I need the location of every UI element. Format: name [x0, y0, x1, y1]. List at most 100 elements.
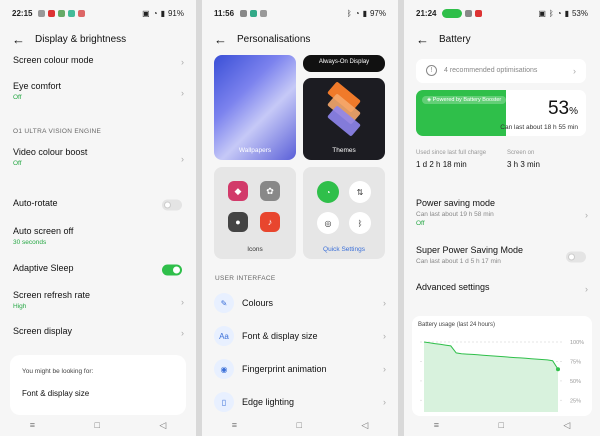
tile-label: Wallpapers [238, 147, 272, 154]
status-bar: 21:24 ▣ ᛒ ◔ ▮ 53% [404, 0, 600, 26]
colours-row[interactable]: ✎ Colours › [202, 290, 398, 316]
notif-icon [68, 9, 76, 17]
home-icon[interactable]: □ [498, 420, 503, 430]
can-last-label: Can last about 18 h 55 min [500, 124, 578, 131]
font-icon: Aa [214, 326, 234, 346]
back-icon[interactable]: ◁ [563, 420, 570, 431]
chevron-right-icon: › [181, 297, 184, 307]
font-display-size-row[interactable]: Aa Font & display size › [202, 323, 398, 349]
menu-icon[interactable]: ≡ [232, 420, 237, 430]
usage-area [424, 342, 558, 412]
tile-label: Icons [247, 246, 263, 253]
wallpapers-tile[interactable]: Wallpapers [214, 55, 296, 160]
wifi-icon: ◔ [317, 181, 339, 203]
auto-rotate-toggle[interactable] [162, 199, 182, 211]
chevron-right-icon: › [181, 57, 184, 67]
personalisations-screen: 11:56 ᛒ ◔ ▮ 97% ← Personalisations Wallp… [202, 0, 398, 436]
nfc-icon: ▣ [538, 8, 546, 18]
recommend-label: 4 recommended optimisations [444, 67, 538, 74]
row-label: Power saving mode [416, 198, 496, 208]
navigation-bar: ≡ □ ◁ [404, 414, 600, 436]
back-arrow-icon[interactable]: ← [416, 33, 429, 46]
bluetooth-icon: ᛒ [346, 8, 352, 18]
chevron-right-icon: › [181, 328, 184, 338]
chevron-right-icon: › [573, 66, 576, 76]
section-header: O1 ULTRA VISION ENGINE [13, 128, 102, 135]
wifi-icon: ◔ [152, 8, 158, 18]
fingerprint-icon: ◉ [214, 359, 234, 379]
edge-lighting-row[interactable]: ▯ Edge lighting › [202, 389, 398, 415]
page-title: Battery [439, 33, 471, 45]
auto-rotate-row: Auto-rotate [13, 198, 186, 212]
super-saving-toggle[interactable] [566, 251, 586, 263]
home-icon[interactable]: □ [94, 420, 99, 430]
menu-icon[interactable]: ≡ [434, 420, 439, 430]
screen-display-row[interactable]: Screen display › [13, 326, 186, 340]
adaptive-sleep-toggle[interactable] [162, 264, 182, 276]
notification-icons [442, 8, 483, 18]
always-on-display-tile[interactable]: Always-On Display [303, 55, 385, 72]
status-time: 22:15 [12, 8, 33, 18]
suggestion-item[interactable]: Font & display size [22, 389, 89, 398]
battery-percent: 91% [167, 8, 184, 18]
back-arrow-icon[interactable]: ← [214, 33, 227, 46]
battery-percent: 97% [369, 8, 386, 18]
quick-settings-tile[interactable]: ◔ ⇅ ◎ ᛒ Quick Settings [303, 167, 385, 259]
row-label: Screen colour mode [13, 55, 94, 65]
chevron-right-icon: › [181, 88, 184, 98]
advanced-settings-row[interactable]: Advanced settings › [416, 282, 590, 296]
back-arrow-icon[interactable]: ← [12, 33, 25, 46]
menu-icon[interactable]: ≡ [30, 420, 35, 430]
icons-tile[interactable]: ◆ ✿ ● ♪ Icons [214, 167, 296, 259]
notif-icon [260, 9, 268, 17]
eye-comfort-row[interactable]: Eye comfort Off › [13, 81, 186, 105]
header: ← Personalisations [202, 28, 398, 50]
video-colour-boost-row[interactable]: Video colour boost Off › [13, 147, 186, 171]
row-sub: High [13, 303, 27, 310]
hotspot-icon: ◎ [317, 212, 339, 234]
screen-refresh-rate-row[interactable]: Screen refresh rate High › [13, 290, 186, 314]
notif-icon [465, 9, 473, 17]
row-sub: Off [13, 160, 22, 167]
signal-icon: ▮ [564, 8, 569, 18]
themes-tile[interactable]: Themes [303, 78, 385, 160]
notif-icon [58, 9, 66, 17]
row-label: Adaptive Sleep [13, 263, 74, 273]
notif-icon [78, 9, 86, 17]
status-time: 21:24 [416, 8, 437, 18]
row-label: Colours [242, 298, 274, 308]
fingerprint-animation-row[interactable]: ◉ Fingerprint animation › [202, 356, 398, 382]
screen-colour-mode-row[interactable]: Screen colour mode › [13, 55, 186, 69]
back-icon[interactable]: ◁ [159, 420, 166, 431]
battery-usage-chart: 100% 75% 50% 25% [420, 340, 584, 412]
header: ← Display & brightness [0, 28, 196, 50]
back-icon[interactable]: ◁ [361, 420, 368, 431]
row-sub: Off [416, 220, 425, 227]
booster-label: Powered by Battery Booster [432, 97, 502, 103]
gear-icon: ✿ [260, 181, 280, 201]
percent-unit: % [569, 106, 578, 117]
power-saving-row[interactable]: Power saving mode Can last about 19 h 58… [416, 198, 590, 232]
notification-icons [240, 9, 268, 17]
notif-icon [240, 9, 248, 17]
screenshot-collage: 22:15 ▣ ◔ ▮ 91% ← Display & brightness S… [0, 0, 600, 436]
recommendations-card[interactable]: ! 4 recommended optimisations › [416, 59, 586, 83]
signal-icon: ▮ [160, 8, 165, 18]
auto-screen-off-row[interactable]: Auto screen off 30 seconds [13, 226, 186, 250]
chevron-right-icon: › [585, 210, 588, 220]
status-bar: 11:56 ᛒ ◔ ▮ 97% [202, 0, 398, 26]
notif-icon [38, 9, 46, 17]
chevron-right-icon: › [383, 397, 386, 407]
signal-icon: ▮ [362, 8, 367, 18]
suggestion-card: You might be looking for: Font & display… [10, 355, 186, 415]
call-pill-icon [442, 8, 463, 18]
section-header: USER INTERFACE [215, 275, 276, 282]
screen-on-label: Screen on [507, 150, 535, 156]
tile-label: Themes [332, 147, 356, 154]
wifi-icon: ◔ [354, 8, 360, 18]
usage-current-point [556, 367, 560, 372]
percent-value: 53 [547, 98, 570, 119]
notification-icons [38, 9, 86, 17]
home-icon[interactable]: □ [296, 420, 301, 430]
battery-percent-big: 53% [548, 98, 578, 120]
